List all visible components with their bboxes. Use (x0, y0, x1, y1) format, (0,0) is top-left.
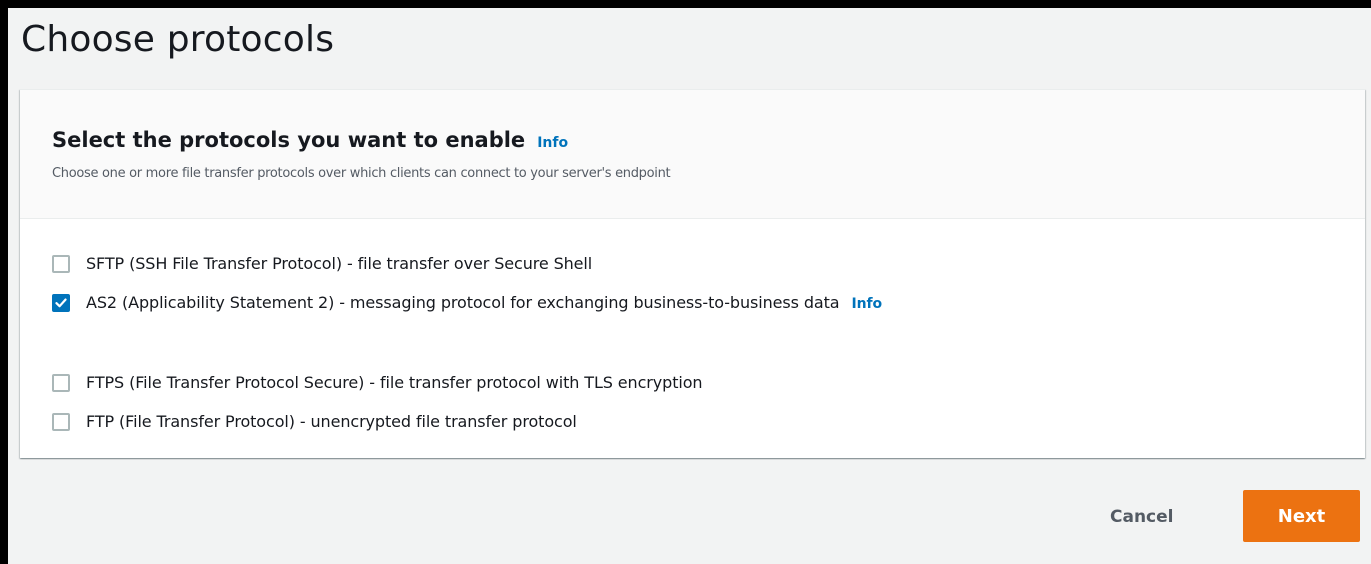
as2-checkbox[interactable] (52, 294, 70, 312)
as2-info-link[interactable]: Info (851, 296, 882, 312)
ftp-checkbox[interactable] (52, 413, 70, 431)
window-border-left (0, 0, 8, 564)
checkmark-icon (55, 298, 67, 308)
protocol-option-ftp[interactable]: FTP (File Transfer Protocol) - unencrypt… (52, 411, 577, 436)
sftp-checkbox[interactable] (52, 255, 70, 273)
container-description: Choose one or more file transfer protoco… (52, 166, 671, 181)
container-info-link[interactable]: Info (537, 135, 568, 151)
as2-label-wrap: AS2 (Applicability Statement 2) - messag… (86, 289, 882, 318)
ftps-checkbox[interactable] (52, 374, 70, 392)
protocol-option-sftp[interactable]: SFTP (SSH File Transfer Protocol) - file… (52, 253, 592, 278)
ftp-label: FTP (File Transfer Protocol) - unencrypt… (86, 412, 577, 431)
container-title-row: Select the protocols you want to enable … (52, 128, 568, 152)
page-title: Choose protocols (21, 19, 335, 60)
cancel-button[interactable]: Cancel (1100, 499, 1183, 535)
protocol-option-as2[interactable]: AS2 (Applicability Statement 2) - messag… (52, 292, 1032, 318)
protocols-container: Select the protocols you want to enable … (20, 89, 1365, 458)
container-title: Select the protocols you want to enable (52, 128, 526, 152)
next-button[interactable]: Next (1243, 490, 1360, 542)
as2-label: AS2 (Applicability Statement 2) - messag… (86, 293, 840, 312)
container-header: Select the protocols you want to enable … (20, 90, 1365, 219)
ftps-label: FTPS (File Transfer Protocol Secure) - f… (86, 373, 703, 392)
protocol-option-ftps[interactable]: FTPS (File Transfer Protocol Secure) - f… (52, 372, 703, 397)
sftp-label: SFTP (SSH File Transfer Protocol) - file… (86, 254, 593, 273)
window-border-top (0, 0, 1371, 8)
